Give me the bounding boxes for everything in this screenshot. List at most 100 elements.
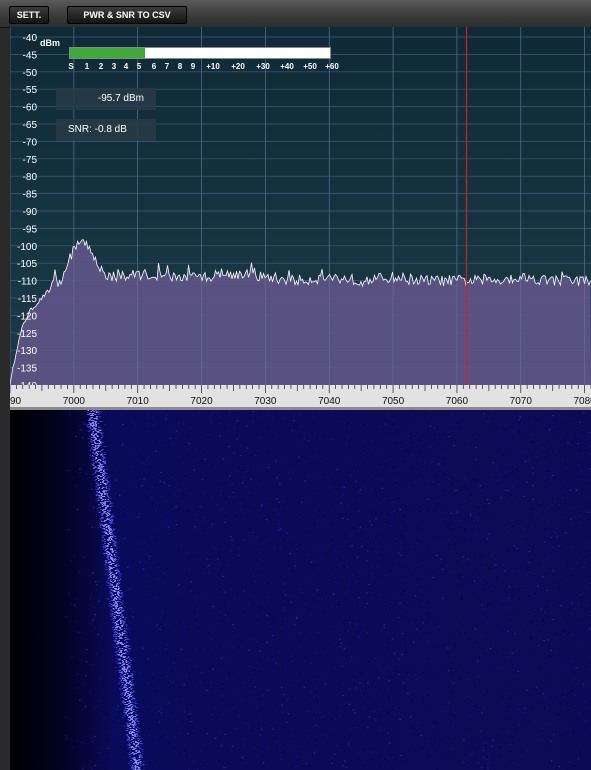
noise-speck (269, 722, 272, 724)
signal-speck (103, 494, 106, 495)
signal-speck (93, 450, 95, 451)
noise-speck (206, 569, 208, 571)
noise-speck (476, 707, 478, 709)
noise-speck (182, 484, 185, 486)
noise-speck (194, 527, 197, 529)
signal-speck (134, 735, 136, 736)
noise-speck (496, 578, 498, 580)
signal-speck (132, 684, 134, 685)
noise-speck (427, 601, 429, 603)
signal-speck (121, 673, 124, 674)
signal-speck (92, 465, 95, 466)
noise-speck (523, 707, 526, 709)
signal-speck (120, 593, 123, 594)
noise-speck (117, 733, 120, 735)
noise-speck (97, 581, 100, 583)
signal-speck (104, 490, 107, 491)
signal-speck (104, 543, 106, 544)
x-tick-label: 6990 (10, 396, 22, 407)
signal-speck (103, 463, 106, 464)
noise-speck (95, 526, 97, 528)
settings-button[interactable]: SETT. (9, 6, 49, 24)
noise-speck (415, 584, 418, 586)
noise-speck (476, 569, 478, 571)
noise-speck (67, 530, 70, 532)
signal-speck (117, 608, 120, 609)
noise-speck (490, 474, 492, 476)
noise-speck (356, 556, 359, 558)
signal-speck (99, 527, 102, 528)
noise-speck (294, 697, 297, 699)
noise-speck (358, 596, 360, 598)
noise-speck (296, 736, 299, 738)
noise-speck (137, 621, 140, 623)
noise-speck (516, 681, 518, 683)
signal-speck (138, 760, 140, 761)
noise-speck (159, 736, 162, 738)
noise-speck (380, 425, 382, 427)
noise-speck (329, 639, 332, 641)
noise-speck (237, 690, 239, 692)
noise-speck (406, 641, 409, 643)
signal-speck (114, 622, 117, 623)
signal-speck (122, 656, 125, 657)
signal-speck (100, 470, 102, 471)
signal-speck (91, 460, 93, 461)
noise-speck (137, 728, 140, 730)
noise-speck (231, 678, 234, 680)
noise-speck (565, 503, 568, 505)
noise-speck (430, 454, 433, 456)
signal-speck (134, 760, 136, 761)
noise-speck (288, 451, 290, 453)
noise-speck (507, 630, 509, 632)
signal-speck (111, 516, 114, 517)
signal-speck (116, 556, 118, 557)
export-csv-button[interactable]: PWR & SNR TO CSV (67, 6, 187, 24)
noise-speck (134, 738, 137, 740)
noise-speck (407, 515, 409, 517)
noise-speck (194, 606, 196, 608)
noise-speck (122, 542, 124, 544)
noise-speck (134, 423, 136, 425)
signal-speck (126, 710, 128, 711)
signal-speck (129, 705, 132, 706)
noise-speck (83, 651, 86, 653)
signal-speck (113, 620, 115, 621)
signal-speck (118, 595, 120, 596)
noise-speck (143, 704, 146, 706)
noise-speck (447, 431, 450, 433)
noise-speck (256, 746, 259, 748)
signal-speck (87, 410, 90, 411)
signal-speck (106, 582, 108, 583)
signal-speck (124, 671, 126, 672)
noise-speck (503, 573, 506, 575)
noise-speck (223, 620, 225, 622)
noise-speck (92, 418, 94, 420)
noise-speck (312, 754, 314, 756)
noise-speck (430, 445, 432, 447)
noise-speck (313, 523, 316, 525)
noise-speck (230, 536, 232, 538)
signal-speck (132, 727, 135, 728)
signal-speck (100, 514, 102, 515)
noise-speck (65, 499, 67, 501)
noise-speck (547, 558, 549, 560)
spectrum-panel[interactable]: -40 -45 -50 -55 -60 -65 -70 -75 -80 -85 -90 -95 -100… (10, 27, 591, 410)
signal-speck (95, 482, 97, 483)
waterfall-display[interactable] (10, 410, 591, 770)
noise-speck (587, 501, 590, 503)
signal-speck (129, 675, 132, 676)
noise-speck (304, 714, 306, 716)
signal-speck (121, 635, 124, 636)
noise-speck (518, 598, 521, 600)
signal-speck (113, 605, 115, 606)
noise-speck (282, 712, 284, 714)
noise-speck (86, 715, 88, 717)
noise-speck (456, 560, 458, 562)
signal-speck (124, 674, 126, 675)
noise-speck (587, 511, 590, 513)
noise-speck (316, 573, 319, 575)
noise-speck (120, 468, 122, 470)
noise-speck (529, 620, 531, 622)
noise-speck (146, 670, 148, 672)
